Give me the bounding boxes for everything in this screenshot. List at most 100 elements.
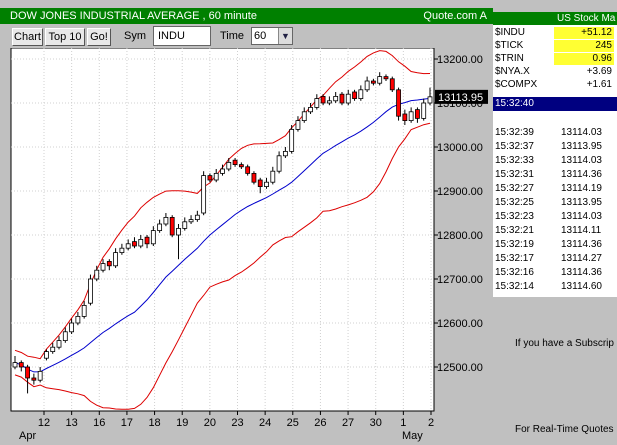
tick-time: 15:32:14 xyxy=(495,281,534,292)
tick-row: 15:32:17 13114.27 xyxy=(493,252,617,265)
candle-body xyxy=(56,340,62,348)
x-tick-label: 12 xyxy=(38,417,50,429)
top10-button[interactable]: Top 10 xyxy=(45,28,85,46)
candle-body xyxy=(371,80,376,84)
candle-body xyxy=(44,351,49,359)
x-tick-label: 20 xyxy=(204,417,216,429)
candle-body xyxy=(25,366,30,379)
interval-select[interactable]: 60 ▼ xyxy=(251,27,293,45)
x-period-label: Apr xyxy=(19,430,36,442)
quote-title-bar: US Stock Ma xyxy=(493,12,617,25)
candle-body xyxy=(138,238,144,247)
candle-body xyxy=(157,223,163,231)
tick-time: 15:32:25 xyxy=(495,197,534,208)
interval-value: 60 xyxy=(254,30,267,42)
y-tick-label: 13200.00 xyxy=(437,54,483,66)
candle-body xyxy=(62,331,68,341)
candle xyxy=(396,87,401,121)
tick-row: 15:32:14 13114.60 xyxy=(493,280,617,293)
candle xyxy=(201,171,207,216)
tick-time: 15:32:21 xyxy=(495,225,534,236)
tick-row: 15:32:39 13114.03 xyxy=(493,126,617,139)
candle-body xyxy=(295,120,301,130)
candle-body xyxy=(377,76,383,84)
candle-body xyxy=(176,227,181,236)
plot-area xyxy=(10,48,435,412)
y-tick-label: 12600.00 xyxy=(437,318,483,330)
candle-body xyxy=(69,322,74,333)
candle-body xyxy=(364,80,370,91)
candle-body xyxy=(314,98,320,108)
chart-title-bar: DOW JONES INDUSTRIAL AVERAGE , 60 minute… xyxy=(0,8,493,24)
candle-body xyxy=(408,111,414,121)
candle-body xyxy=(194,214,200,220)
tick-price: 13114.36 xyxy=(561,169,602,180)
tick-price: 13114.03 xyxy=(561,211,602,222)
go-button[interactable]: Go! xyxy=(87,28,111,46)
realtime-quotes-link[interactable]: For Real-Time Quotes xyxy=(515,424,614,435)
candle-body xyxy=(207,175,213,181)
candle-body xyxy=(150,230,156,245)
quote-row[interactable]: $COMPX +1.61 xyxy=(493,79,617,91)
candle-body xyxy=(100,263,106,271)
candle-body xyxy=(37,370,43,381)
candle-body xyxy=(201,175,207,214)
candle-body xyxy=(320,96,326,104)
candle-body xyxy=(289,129,295,152)
symbol-input[interactable]: INDU xyxy=(153,26,211,46)
candle-body xyxy=(132,241,137,247)
candle-body xyxy=(333,96,339,102)
quote-row[interactable]: $TICK 245 xyxy=(493,40,617,52)
y-tick-label: 12700.00 xyxy=(437,274,483,286)
candle-body xyxy=(264,181,269,187)
tick-time: 15:32:33 xyxy=(495,155,534,166)
candle-body xyxy=(18,362,24,368)
candle-body xyxy=(415,109,420,119)
tick-time: 15:32:37 xyxy=(495,141,534,152)
candle xyxy=(289,125,295,154)
tick-price: 13113.95 xyxy=(561,141,602,152)
x-tick-label: 27 xyxy=(342,417,354,429)
quote-row[interactable]: $INDU +51.12 xyxy=(493,27,617,39)
quote-change: +1.61 xyxy=(586,79,612,90)
tick-price: 13114.36 xyxy=(561,267,602,278)
candle xyxy=(169,215,175,238)
y-tick-label: 12500.00 xyxy=(437,362,483,374)
quote-row[interactable]: $TRIN 0.96 xyxy=(493,53,617,65)
candle-body xyxy=(257,179,263,187)
chevron-down-icon[interactable]: ▼ xyxy=(278,28,292,44)
candle-body xyxy=(113,252,119,267)
candle-body xyxy=(402,113,408,121)
candle-body xyxy=(308,107,313,113)
candle-body xyxy=(125,243,131,249)
x-tick-label: 18 xyxy=(148,417,160,429)
chart-source: Quote.com A xyxy=(423,10,487,22)
tick-row: 15:32:16 13114.36 xyxy=(493,266,617,279)
x-tick-label: 1 xyxy=(400,417,406,429)
candle-body xyxy=(163,216,169,225)
tick-row: 15:32:21 13114.11 xyxy=(493,224,617,237)
candle-body xyxy=(169,216,175,236)
candle-body xyxy=(339,93,345,104)
y-tick-label: 12900.00 xyxy=(437,186,483,198)
time-label: Time xyxy=(220,30,245,42)
tick-price: 13114.27 xyxy=(561,253,602,264)
candle-body xyxy=(188,219,194,223)
candle-body xyxy=(182,221,188,229)
candle-body xyxy=(81,304,87,317)
quote-row[interactable]: $NYA.X +3.69 xyxy=(493,66,617,78)
candle xyxy=(339,92,345,106)
tick-time: 15:32:16 xyxy=(495,267,534,278)
candle-body xyxy=(301,111,307,121)
x-tick-label: 30 xyxy=(370,417,382,429)
candle-body xyxy=(276,155,282,172)
candle-body xyxy=(326,100,332,104)
subscription-panel: If you have a Subscrip For Real-Time Quo… xyxy=(493,300,617,445)
tick-row: 15:32:23 13114.03 xyxy=(493,210,617,223)
candle xyxy=(88,274,93,306)
tick-price: 13114.36 xyxy=(561,239,602,250)
tick-row: 15:32:27 13114.19 xyxy=(493,182,617,195)
chart-button[interactable]: Chart xyxy=(12,28,43,46)
candle-body xyxy=(389,78,395,91)
y-tick-label: 13000.00 xyxy=(437,142,483,154)
